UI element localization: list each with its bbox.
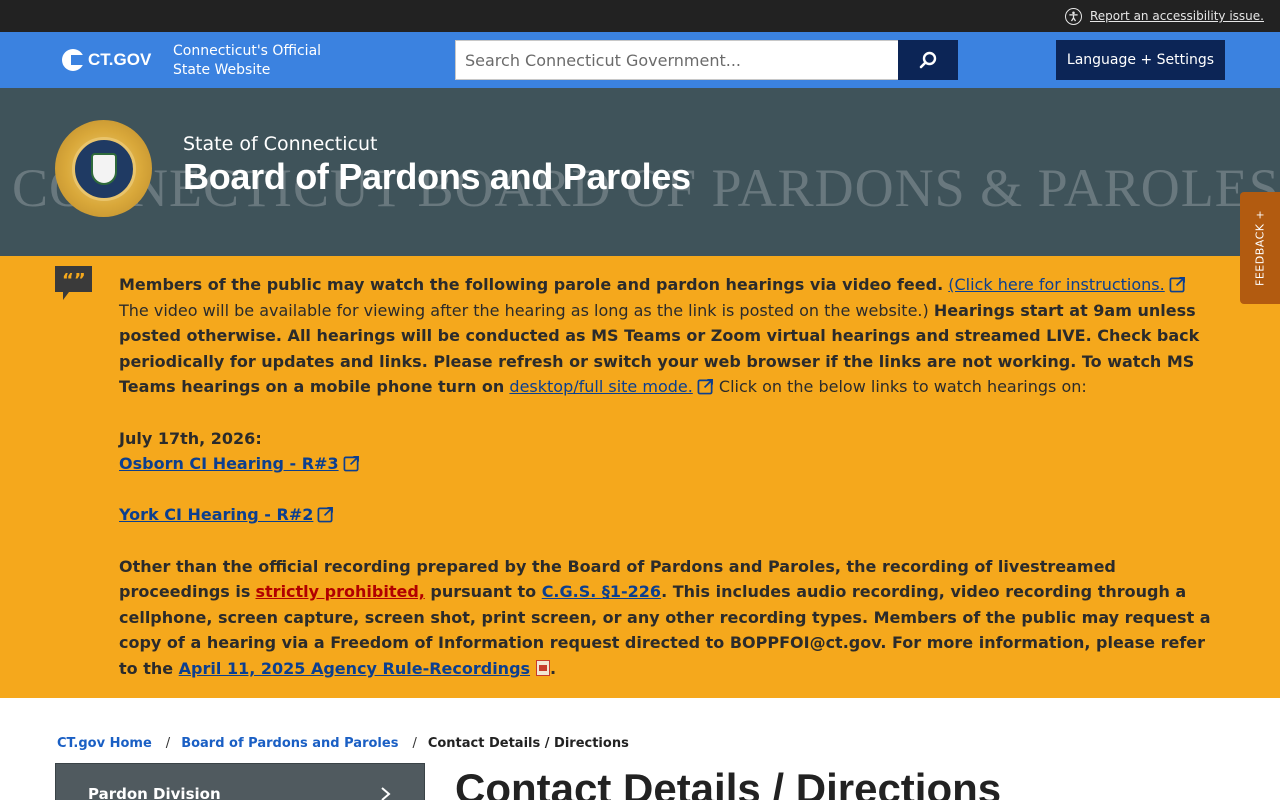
external-link-icon (1169, 277, 1185, 293)
recording-text-2: pursuant to (424, 582, 542, 602)
strictly-prohibited-link[interactable]: strictly prohibited, (256, 582, 425, 601)
search-button[interactable] (898, 40, 958, 80)
site-tagline: Connecticut's Official State Website (173, 43, 322, 78)
pdf-file-icon (536, 659, 551, 676)
state-label: State of Connecticut (183, 133, 378, 155)
breadcrumb-agency-link[interactable]: Board of Pardons and Paroles (181, 736, 398, 751)
hearing-alert: “” Members of the public may watch the f… (0, 256, 1280, 698)
ct-gov-logo[interactable]: CT.GOV (62, 49, 151, 71)
search-bar (455, 40, 958, 80)
search-input[interactable] (455, 40, 898, 80)
alert-body: Members of the public may watch the foll… (119, 272, 1219, 682)
svg-text:“”: “” (62, 270, 86, 291)
desktop-mode-link[interactable]: desktop/full site mode. (509, 377, 713, 396)
quote-icon: “” (55, 266, 92, 300)
cgs-statute-link[interactable]: C.G.S. §1-226 (542, 582, 661, 601)
breadcrumb-separator: / (165, 736, 171, 751)
agency-title: Board of Pardons and Paroles (183, 156, 691, 197)
page-title: Contact Details / Directions (455, 765, 1002, 800)
agency-rule-recordings-link[interactable]: April 11, 2025 Agency Rule-Recordings (179, 659, 530, 678)
accessibility-icon (1064, 7, 1082, 25)
closing-period: . (550, 658, 557, 678)
external-link-icon (343, 456, 359, 472)
breadcrumb-separator: / (412, 736, 417, 751)
external-link-icon (697, 379, 713, 395)
osborn-hearing-link[interactable]: Osborn CI Hearing - R#3 (119, 454, 360, 473)
breadcrumb: CT.gov Home / Board of Pardons and Parol… (57, 736, 629, 751)
external-link-icon (317, 507, 334, 523)
report-accessibility-link[interactable]: Report an accessibility issue. (1064, 7, 1264, 25)
side-nav-item-pardon-division[interactable]: Pardon Division (56, 764, 424, 800)
feedback-tab[interactable]: FEEDBACK + (1240, 192, 1280, 304)
accessibility-bar: Report an accessibility issue. (0, 0, 1280, 32)
ct-logo-text: CT.GOV (88, 50, 152, 69)
report-accessibility-label: Report an accessibility issue. (1089, 9, 1264, 23)
agency-banner: CONNECTICUT BOARD OF PARDONS & PAROLES S… (0, 88, 1280, 256)
side-nav-item-label: Pardon Division (88, 785, 221, 800)
seal-shield-icon (90, 152, 117, 185)
state-seal-logo[interactable] (55, 120, 152, 217)
ct-logo-icon (62, 49, 84, 71)
language-settings-button[interactable]: Language + Settings (1056, 40, 1225, 80)
ct-gov-header: CT.GOV Connecticut's Official State Webs… (0, 32, 1280, 88)
search-icon (919, 51, 937, 69)
intro-text: Members of the public may watch the foll… (119, 275, 944, 294)
video-note: The video will be available for viewing … (119, 300, 929, 320)
side-navigation: Pardon Division (55, 763, 425, 800)
instructions-link[interactable]: (Click here for instructions. (948, 275, 1185, 294)
hearing-date: July 17th, 2026: (119, 428, 262, 448)
york-hearing-link[interactable]: York CI Hearing - R#2 (119, 505, 334, 524)
breadcrumb-current: Contact Details / Directions (427, 736, 629, 751)
breadcrumb-home-link[interactable]: CT.gov Home (57, 736, 152, 751)
seal-inner (71, 136, 136, 201)
watch-text: Click on the below links to watch hearin… (718, 377, 1087, 397)
chevron-right-icon (381, 787, 391, 800)
